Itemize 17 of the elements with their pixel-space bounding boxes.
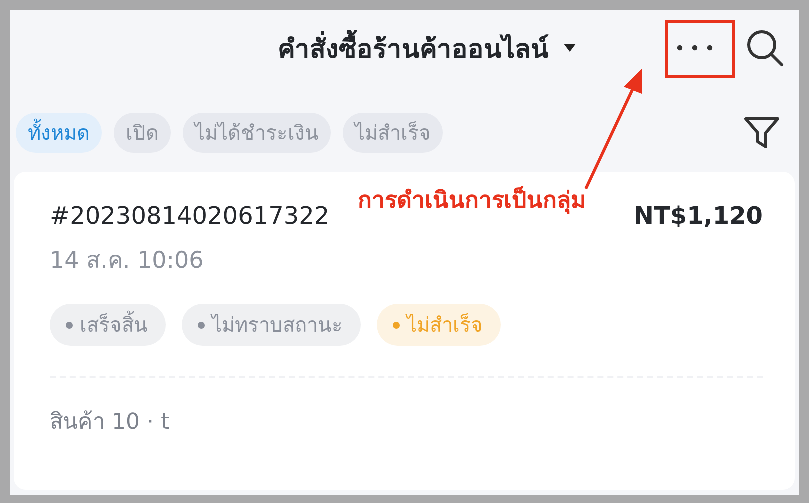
filter-tab[interactable]: เปิด: [114, 113, 171, 153]
filter-tab[interactable]: ไม่สำเร็จ: [343, 113, 443, 153]
status-tag: เสร็จสิ้น: [50, 304, 166, 346]
highlight-box: [665, 20, 735, 78]
more-icon: [675, 42, 715, 52]
filter-tab[interactable]: ทั้งหมด: [16, 113, 102, 153]
status-tag: ไม่ทราบสถานะ: [182, 304, 361, 346]
search-icon[interactable]: [745, 28, 785, 68]
annotation-label: การดำเนินการเป็นกลุ่ม: [358, 185, 586, 216]
title-dropdown[interactable]: คำสั่งซื้อร้านค้าออนไลน์: [278, 28, 577, 68]
status-tag: ไม่สำเร็จ: [377, 304, 501, 346]
caret-icon: [563, 43, 577, 53]
order-number: #20230814020617322: [50, 202, 330, 230]
order-date: 14 ส.ค. 10:06: [50, 247, 205, 276]
item-count: สินค้า 10 · t: [50, 409, 171, 437]
filter-tab[interactable]: ไม่ได้ชำระเงิน: [183, 113, 331, 153]
order-amount: NT$1,120: [634, 202, 763, 230]
